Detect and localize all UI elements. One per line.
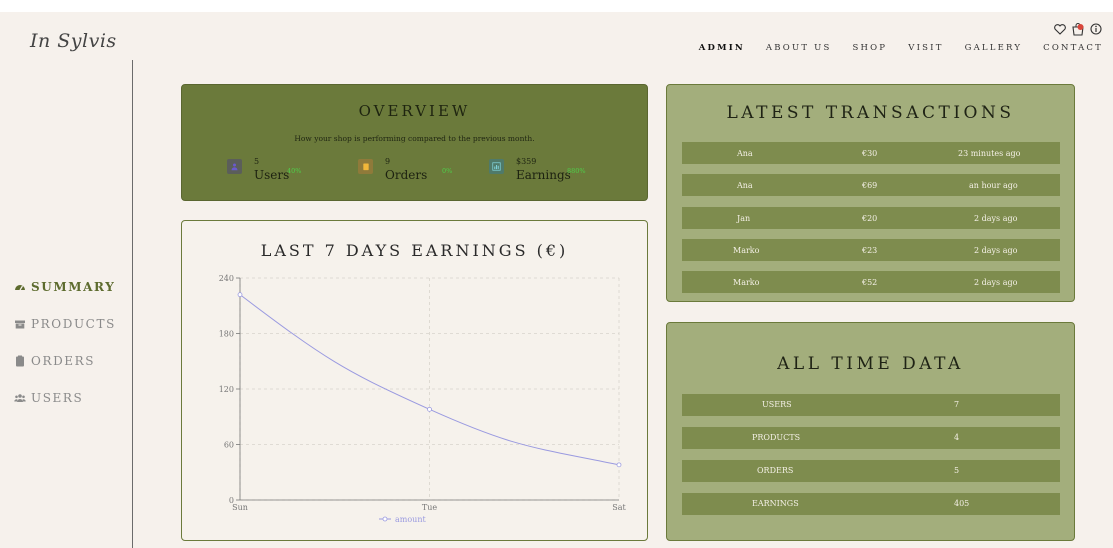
box-icon xyxy=(15,320,25,328)
x-tick-label: Sun xyxy=(232,503,248,512)
stat-value: $359 xyxy=(516,157,537,166)
sidebar: SUMMARY PRODUCTS ORDERS USERS xyxy=(14,268,116,416)
chart-icon xyxy=(489,159,504,174)
brand-logo[interactable]: In Sylvis xyxy=(30,30,117,52)
transaction-name: Marko xyxy=(733,277,760,287)
y-tick-label: 180 xyxy=(219,330,234,339)
transaction-name: Ana xyxy=(737,180,753,190)
all-time-row: PRODUCTS 4 xyxy=(682,427,1060,449)
stat-label: Orders xyxy=(385,168,428,182)
nav-admin[interactable]: ADMIN xyxy=(699,43,745,53)
earnings-chart: 060120180240Sun Tue Satamount xyxy=(219,274,627,524)
sidebar-item-products[interactable]: PRODUCTS xyxy=(14,305,116,342)
all-time-value: 4 xyxy=(954,433,960,442)
sidebar-item-summary[interactable]: SUMMARY xyxy=(14,268,116,305)
clipboard-icon xyxy=(16,355,24,366)
all-time-label: EARNINGS xyxy=(752,499,799,508)
transaction-time: 23 minutes ago xyxy=(958,148,1021,158)
transaction-row[interactable]: Marko €52 2 days ago xyxy=(682,271,1060,293)
x-tick-label: Sat xyxy=(612,503,626,512)
stat-change: 880% xyxy=(567,167,586,175)
latest-transactions-card: LATEST TRANSACTIONS Ana €30 23 minutes a… xyxy=(666,84,1075,302)
dashboard-icon xyxy=(15,284,25,290)
users-icon xyxy=(14,393,26,402)
transaction-row[interactable]: Ana €30 23 minutes ago xyxy=(682,142,1060,164)
transaction-amount: €23 xyxy=(862,245,878,255)
stat-value: 9 xyxy=(385,157,391,166)
stat-change: 0% xyxy=(442,167,453,175)
stat-value: 5 xyxy=(254,157,260,166)
all-time-label: PRODUCTS xyxy=(752,433,801,442)
sidebar-item-orders[interactable]: ORDERS xyxy=(14,342,116,379)
overview-card: OVERVIEW How your shop is performing com… xyxy=(181,84,648,201)
clipboard-icon xyxy=(358,159,373,174)
all-time-row: ORDERS 5 xyxy=(682,460,1060,482)
y-tick-label: 60 xyxy=(224,441,234,450)
stat-change: 40% xyxy=(287,167,302,175)
data-point xyxy=(616,462,622,468)
legend-label: amount xyxy=(395,515,426,524)
transaction-time: 2 days ago xyxy=(974,277,1018,287)
overview-subtitle: How your shop is performing compared to … xyxy=(294,134,535,143)
transaction-amount: €69 xyxy=(862,180,878,190)
sidebar-item-label: ORDERS xyxy=(31,353,96,368)
latest-transactions-title: LATEST TRANSACTIONS xyxy=(726,103,1015,123)
x-tick-label: Tue xyxy=(422,503,437,512)
nav-about-us[interactable]: ABOUT US xyxy=(766,43,832,53)
all-time-data-title: ALL TIME DATA xyxy=(777,354,964,374)
transaction-amount: €20 xyxy=(862,213,878,223)
transaction-time: 2 days ago xyxy=(974,213,1018,223)
overview-title: OVERVIEW xyxy=(358,102,471,120)
users-icon xyxy=(227,159,242,174)
sidebar-item-label: USERS xyxy=(31,390,84,405)
y-tick-label: 120 xyxy=(219,385,234,394)
data-point xyxy=(237,292,243,298)
info-icon[interactable] xyxy=(1089,22,1103,36)
main-nav: ADMIN ABOUT US SHOP VISIT GALLERY CONTAC… xyxy=(678,43,1103,53)
data-point xyxy=(427,406,432,412)
stat-label: Users xyxy=(254,168,290,182)
transaction-time: 2 days ago xyxy=(974,245,1018,255)
y-tick-label: 240 xyxy=(219,274,234,283)
transaction-amount: €52 xyxy=(862,277,878,287)
all-time-row: USERS 7 xyxy=(682,394,1060,416)
all-time-value: 7 xyxy=(954,400,960,409)
all-time-label: ORDERS xyxy=(757,466,794,475)
cart-icon[interactable] xyxy=(1071,22,1085,36)
earnings-card: LAST 7 DAYS EARNINGS (€) 0 60 120 180 240 Sun… xyxy=(181,220,648,541)
transaction-amount: €30 xyxy=(862,148,878,158)
nav-gallery[interactable]: GALLERY xyxy=(965,43,1023,53)
transaction-name: Jan xyxy=(737,213,751,223)
all-time-data-card: ALL TIME DATA USERS 7 PRODUCTS 4 ORDERS … xyxy=(666,322,1075,541)
all-time-value: 5 xyxy=(954,466,960,475)
all-time-row: EARNINGS 405 xyxy=(682,493,1060,515)
all-time-value: 405 xyxy=(954,499,970,508)
nav-visit[interactable]: VISIT xyxy=(908,43,943,53)
sidebar-item-label: PRODUCTS xyxy=(31,316,116,331)
top-icons xyxy=(1053,22,1103,36)
sidebar-divider xyxy=(132,60,133,548)
sidebar-item-label: SUMMARY xyxy=(31,279,116,294)
transaction-row[interactable]: Ana €69 an hour ago xyxy=(682,174,1060,196)
transaction-time: an hour ago xyxy=(969,180,1018,190)
sidebar-item-users[interactable]: USERS xyxy=(14,379,116,416)
transaction-row[interactable]: Marko €23 2 days ago xyxy=(682,239,1060,261)
stat-label: Earnings xyxy=(516,168,571,182)
all-time-label: USERS xyxy=(762,400,792,409)
nav-contact[interactable]: CONTACT xyxy=(1043,43,1103,53)
legend-marker xyxy=(382,516,388,522)
admin-page: In Sylvis ADMIN ABOUT US SHOP VISIT GALL… xyxy=(0,12,1113,548)
nav-shop[interactable]: SHOP xyxy=(853,43,888,53)
transaction-row[interactable]: Jan €20 2 days ago xyxy=(682,207,1060,229)
transaction-name: Marko xyxy=(733,245,760,255)
heart-icon[interactable] xyxy=(1053,22,1067,36)
transaction-name: Ana xyxy=(737,148,753,158)
